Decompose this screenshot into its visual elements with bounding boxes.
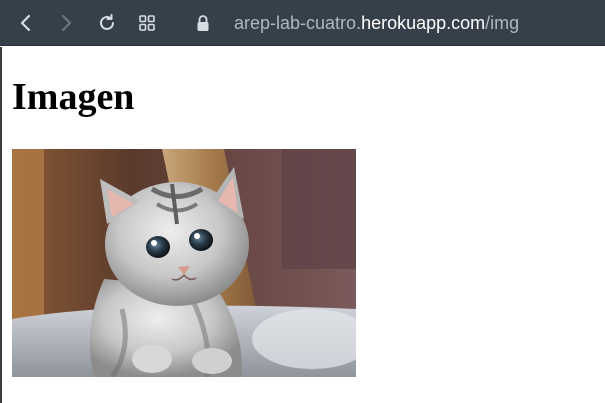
chevron-right-icon [61,14,72,32]
back-button[interactable] [12,9,40,37]
tab-grid-button[interactable] [133,9,161,37]
url-prefix: arep-lab-cuatro. [234,13,362,33]
browser-toolbar: arep-lab-cuatro.herokuapp.com/img [0,0,605,46]
chevron-left-icon [20,14,31,32]
url-host: herokuapp.com [361,13,486,33]
reload-button[interactable] [93,9,121,37]
kitten-image [12,149,356,377]
lock-icon[interactable] [193,13,213,33]
page-content: Imagen [0,47,605,403]
page-title: Imagen [12,76,135,118]
forward-button[interactable] [52,9,80,37]
tab-grid-icon [139,15,155,31]
url-path: /img [485,13,520,33]
reload-icon [100,14,114,30]
address-bar[interactable]: arep-lab-cuatro.herokuapp.com/img [234,11,519,35]
